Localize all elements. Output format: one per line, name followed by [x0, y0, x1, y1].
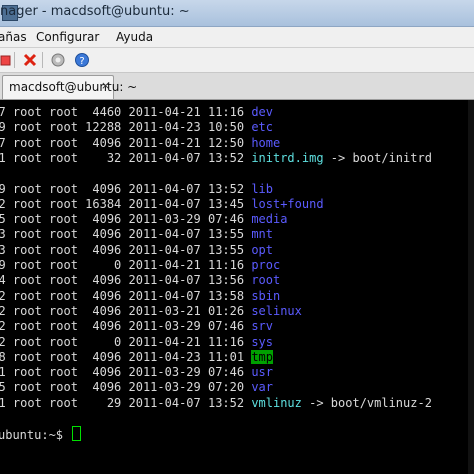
entry-metadata: 3 root root 4096 2011-04-07 13:55	[0, 227, 252, 242]
entry-name: vmlinuz	[251, 395, 302, 410]
menu-bar: añas Configurar Ayuda	[0, 27, 474, 48]
entry-metadata: 4 root root 4096 2011-04-07 13:56	[0, 273, 252, 288]
entry-name: etc	[251, 120, 273, 135]
terminal-line: 7 root root 4096 2011-04-21 12:50 home	[0, 136, 280, 151]
terminal-line: 1 root root 32 2011-04-07 13:52 initrd.i…	[0, 151, 432, 166]
toolbar: ?	[0, 48, 474, 73]
entry-metadata: 1 root root 29 2011-04-07 13:52	[0, 395, 252, 410]
entry-metadata: 7 root root 4096 2011-04-21 12:50	[0, 135, 252, 150]
terminal-line: 2 root root 16384 2011-04-07 13:45 lost+…	[0, 197, 324, 212]
toolbar-separator	[42, 52, 43, 68]
entry-name: lib	[251, 181, 273, 196]
entry-name: sys	[251, 334, 273, 349]
entry-metadata: 2 root root 16384 2011-04-07 13:45	[0, 196, 252, 211]
menu-tabs[interactable]: añas	[0, 30, 27, 44]
entry-metadata: 15 root root 4096 2011-03-29 07:20	[0, 380, 252, 395]
window-title: nager - macdsoft@ubuntu: ~	[0, 4, 190, 19]
terminal-line: 169 root root 0 2011-04-21 11:16 proc	[0, 258, 280, 273]
terminal-output[interactable]: 17 root root 4460 2011-04-21 11:16 dev 12…	[0, 100, 474, 474]
toolbar-separator	[14, 52, 15, 68]
prompt-line[interactable]: ubuntu:~$	[0, 426, 82, 443]
terminal-line: 11 root root 4096 2011-03-29 07:46 usr	[0, 365, 273, 380]
entry-metadata: 17 root root 4460 2011-04-21 11:16	[0, 105, 252, 119]
close-tab-icon[interactable]	[22, 52, 38, 68]
entry-name: selinux	[251, 303, 302, 318]
entry-metadata: 2 root root 4096 2011-03-21 01:26	[0, 303, 252, 318]
help-icon[interactable]: ?	[74, 52, 90, 68]
entry-name: sbin	[251, 288, 281, 303]
tab-bar: macdsoft@ubuntu: ~ ×	[0, 73, 474, 100]
entry-metadata: 3 root root 4096 2011-04-07 13:55	[0, 242, 252, 257]
title-bar: nager - macdsoft@ubuntu: ~	[0, 0, 474, 27]
terminal-line: 2 root root 4096 2011-04-07 13:58 sbin	[0, 289, 280, 304]
terminal-line: 2 root root 4096 2011-03-29 07:46 srv	[0, 319, 273, 334]
link-target: -> boot/vmlinuz-2	[301, 395, 432, 410]
terminal-line: 3 root root 4096 2011-04-07 13:55 opt	[0, 243, 273, 258]
entry-name: opt	[251, 242, 273, 257]
entry-metadata: 2 root root 4096 2011-04-07 13:58	[0, 288, 252, 303]
tab-close-icon[interactable]: ×	[101, 79, 110, 92]
entry-name: root	[251, 273, 281, 288]
entry-name: usr	[251, 365, 273, 380]
menu-help[interactable]: Ayuda	[116, 30, 153, 44]
terminal-cursor	[72, 426, 82, 442]
shell-prompt: ubuntu:~$	[0, 428, 71, 443]
link-target: -> boot/initrd	[323, 150, 432, 165]
entry-name: tmp	[251, 349, 273, 364]
menu-configure[interactable]: Configurar	[36, 30, 99, 44]
terminal-line: 1 root root 29 2011-04-07 13:52 vmlinuz …	[0, 396, 432, 411]
entry-name: dev	[251, 105, 273, 119]
terminal-line: 4 root root 4096 2011-04-07 13:56 root	[0, 273, 280, 288]
terminal-line: 2 root root 4096 2011-03-21 01:26 selinu…	[0, 304, 302, 319]
entry-metadata: 2 root root 4096 2011-03-29 07:46	[0, 319, 252, 334]
entry-name: lost+found	[251, 196, 324, 211]
entry-name: home	[251, 135, 281, 150]
entry-metadata: 11 root root 4096 2011-03-29 07:46	[0, 365, 252, 380]
svg-text:?: ?	[79, 56, 84, 67]
terminal-line: 3 root root 4096 2011-04-07 13:55 mnt	[0, 227, 273, 242]
entry-name: proc	[251, 258, 281, 272]
entry-metadata: 129 root root 12288 2011-04-23 10:50	[0, 120, 252, 135]
entry-metadata: 12 root root 0 2011-04-21 11:16	[0, 334, 252, 349]
entry-name: srv	[251, 319, 273, 334]
entry-name: media	[251, 212, 288, 227]
terminal-scrollbar[interactable]	[468, 100, 474, 474]
entry-metadata: 18 root root 4096 2011-04-23 11:01	[0, 349, 252, 364]
entry-metadata: 169 root root 0 2011-04-21 11:16	[0, 258, 252, 272]
terminal-line: 18 root root 4096 2011-04-23 11:01 tmp	[0, 349, 273, 365]
entry-name: mnt	[251, 227, 273, 242]
terminal-line: 17 root root 4460 2011-04-21 11:16 dev	[0, 105, 273, 120]
terminal-line: 12 root root 0 2011-04-21 11:16 sys	[0, 335, 273, 350]
entry-name: initrd.img	[251, 150, 324, 165]
tab-label: macdsoft@ubuntu: ~	[9, 80, 138, 94]
entry-metadata: 1 root root 32 2011-04-07 13:52	[0, 150, 252, 165]
terminal-line: 15 root root 4096 2011-03-29 07:20 var	[0, 380, 273, 395]
terminal-line: 19 root root 4096 2011-04-07 13:52 lib	[0, 182, 273, 197]
entry-metadata: 5 root root 4096 2011-03-29 07:46	[0, 212, 252, 227]
entry-name: var	[251, 380, 273, 395]
tab-terminal[interactable]: macdsoft@ubuntu: ~ ×	[2, 75, 137, 99]
terminal-line: 129 root root 12288 2011-04-23 10:50 etc	[0, 120, 273, 135]
settings-icon[interactable]	[50, 52, 66, 68]
entry-metadata: 19 root root 4096 2011-04-07 13:52	[0, 181, 252, 196]
terminal-line: 5 root root 4096 2011-03-29 07:46 media	[0, 212, 287, 227]
